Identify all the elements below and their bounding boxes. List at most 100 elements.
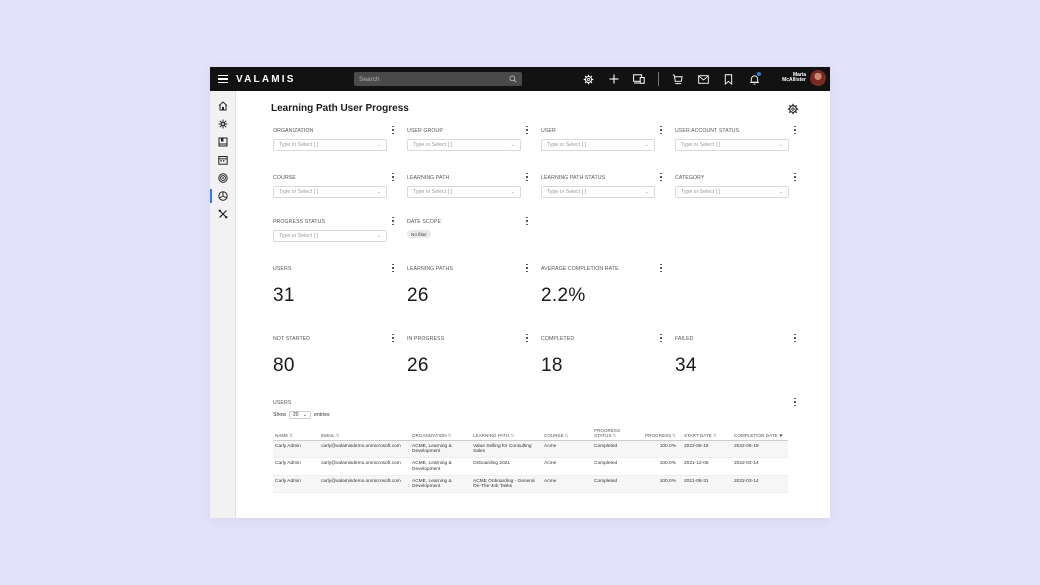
search-icon[interactable] [508,75,517,84]
column-header-start-date[interactable]: START DATE⇅ [682,426,732,441]
user-group-select[interactable]: Type or Select [ ] ⌄ [407,139,521,151]
cell-course: Acme [542,457,592,476]
stat-label-users: USERS [273,266,292,272]
sort-icon: ⇅ [672,432,676,438]
home-icon [218,101,228,111]
cell-name: Carly Admin [273,475,319,494]
cell-name: Carly Admin [273,440,319,459]
column-header-learning-path[interactable]: LEARNING PATH⇅ [471,426,542,441]
learning-path-status-select[interactable]: Type or Select [ ] ⌄ [541,186,655,198]
column-header-email[interactable]: EMAIL⇅ [319,426,410,441]
stat-value-in-progress: 26 [407,355,429,376]
table-row[interactable]: Carly Admin carly@valamisdemo.onmicrosof… [273,475,788,494]
user-menu[interactable]: Maria McAllister [782,70,826,86]
entries-label: entries [313,412,330,418]
bell-icon[interactable] [748,72,761,85]
cell-email: carly@valamisdemo.onmicrosoft.com [319,440,410,459]
column-header-organization[interactable]: ORGANIZATION⇅ [410,426,471,441]
sidebar-item-tools[interactable] [210,207,236,221]
app-window: VALAMIS Search Maria McAllister Learning… [210,67,830,518]
select-placeholder: Type or Select [ ] [279,233,318,239]
cart-icon[interactable] [672,73,684,85]
brand-logo[interactable]: VALAMIS [236,74,296,85]
sidebar-item-home[interactable] [210,99,236,113]
more-icon[interactable] [793,334,797,342]
column-header-progress-status[interactable]: PROGRESS STATUS⇅ [592,426,640,441]
more-icon[interactable] [391,264,395,272]
mail-icon[interactable] [697,73,709,85]
cell-organization: ACME, Learning & Development [410,475,471,494]
cell-name: Carly Admin [273,457,319,476]
page-settings-icon[interactable] [787,103,799,115]
more-icon[interactable] [391,173,395,181]
date-scope-chip[interactable]: No filter [407,230,431,238]
sidebar-item-analytics[interactable] [210,189,236,203]
entries-value: 20 [292,412,299,418]
avatar[interactable] [810,70,826,86]
chevron-down-icon: ⌄ [302,412,307,418]
main-content: Learning Path User Progress ORGANIZATION… [236,91,830,518]
target-icon [218,173,228,183]
more-icon[interactable] [391,334,395,342]
entries-select[interactable]: 20 ⌄ [288,411,311,419]
column-header-course[interactable]: COURSE⇅ [542,426,592,441]
more-icon[interactable] [525,217,529,225]
progress-status-select[interactable]: Type or Select [ ] ⌄ [273,230,387,242]
stat-label-failed: FAILED [675,336,694,342]
cell-progress-status: Completed [592,457,640,476]
cell-learning-path: Onboarding 2021 [471,457,542,476]
more-icon[interactable] [793,173,797,181]
table-row[interactable]: Carly Admin carly@valamisdemo.onmicrosof… [273,440,788,459]
cell-course: Acme [542,440,592,459]
users-table: NAME⇅ EMAIL⇅ ORGANIZATION⇅ LEARNING PATH… [273,426,788,494]
user-select[interactable]: Type or Select [ ] ⌄ [541,139,655,151]
select-placeholder: Type or Select [ ] [547,189,586,195]
column-header-progress[interactable]: PROGRESS⇅ [640,426,682,441]
filter-label-date-scope: DATE SCOPE [407,219,442,225]
more-icon[interactable] [659,334,663,342]
more-icon[interactable] [793,126,797,134]
chevron-down-icon: ⌄ [778,142,783,148]
plus-icon[interactable] [608,73,620,85]
devices-icon[interactable] [633,73,645,85]
more-icon[interactable] [391,126,395,134]
more-icon[interactable] [525,173,529,181]
column-header-name[interactable]: NAME⇅ [273,426,319,441]
chevron-down-icon: ⌄ [376,189,381,195]
search-box[interactable] [354,72,522,86]
filter-label-user-account-status: USER ACCOUNT STATUS [675,128,740,134]
cell-organization: ACME, Learning & Development [410,457,471,476]
sidebar-item-library[interactable] [210,135,236,149]
stat-value-failed: 34 [675,355,697,376]
table-row[interactable]: Carly Admin carly@valamisdemo.onmicrosof… [273,457,788,476]
settings-icon[interactable] [582,73,594,85]
column-header-completion-date[interactable]: COMPLETION DATE▼ [732,426,788,441]
sort-desc-icon: ▼ [778,432,784,438]
filter-label-learning-path: LEARNING PATH [407,175,450,181]
stat-label-learning-paths: LEARNING PATHS [407,266,453,272]
select-placeholder: Type or Select [ ] [681,142,720,148]
learning-path-select[interactable]: Type or Select [ ] ⌄ [407,186,521,198]
chevron-down-icon: ⌄ [778,189,783,195]
sidebar-item-calendar[interactable] [210,153,236,167]
stat-value-learning-paths: 26 [407,285,429,306]
bookmark-icon[interactable] [723,73,735,85]
category-select[interactable]: Type or Select [ ] ⌄ [675,186,789,198]
course-select[interactable]: Type or Select [ ] ⌄ [273,186,387,198]
more-icon[interactable] [793,398,797,406]
more-icon[interactable] [659,173,663,181]
search-input[interactable] [359,75,508,83]
menu-icon[interactable] [218,75,228,83]
organization-select[interactable]: Type or Select [ ] ⌄ [273,139,387,151]
more-icon[interactable] [525,264,529,272]
user-account-status-select[interactable]: Type or Select [ ] ⌄ [675,139,789,151]
sidebar-item-goals[interactable] [210,171,236,185]
more-icon[interactable] [391,217,395,225]
top-icon-group [582,67,774,91]
sort-icon: ⇅ [447,432,452,438]
more-icon[interactable] [525,126,529,134]
more-icon[interactable] [525,334,529,342]
more-icon[interactable] [659,264,663,272]
sidebar-item-network[interactable] [210,117,236,131]
more-icon[interactable] [659,126,663,134]
